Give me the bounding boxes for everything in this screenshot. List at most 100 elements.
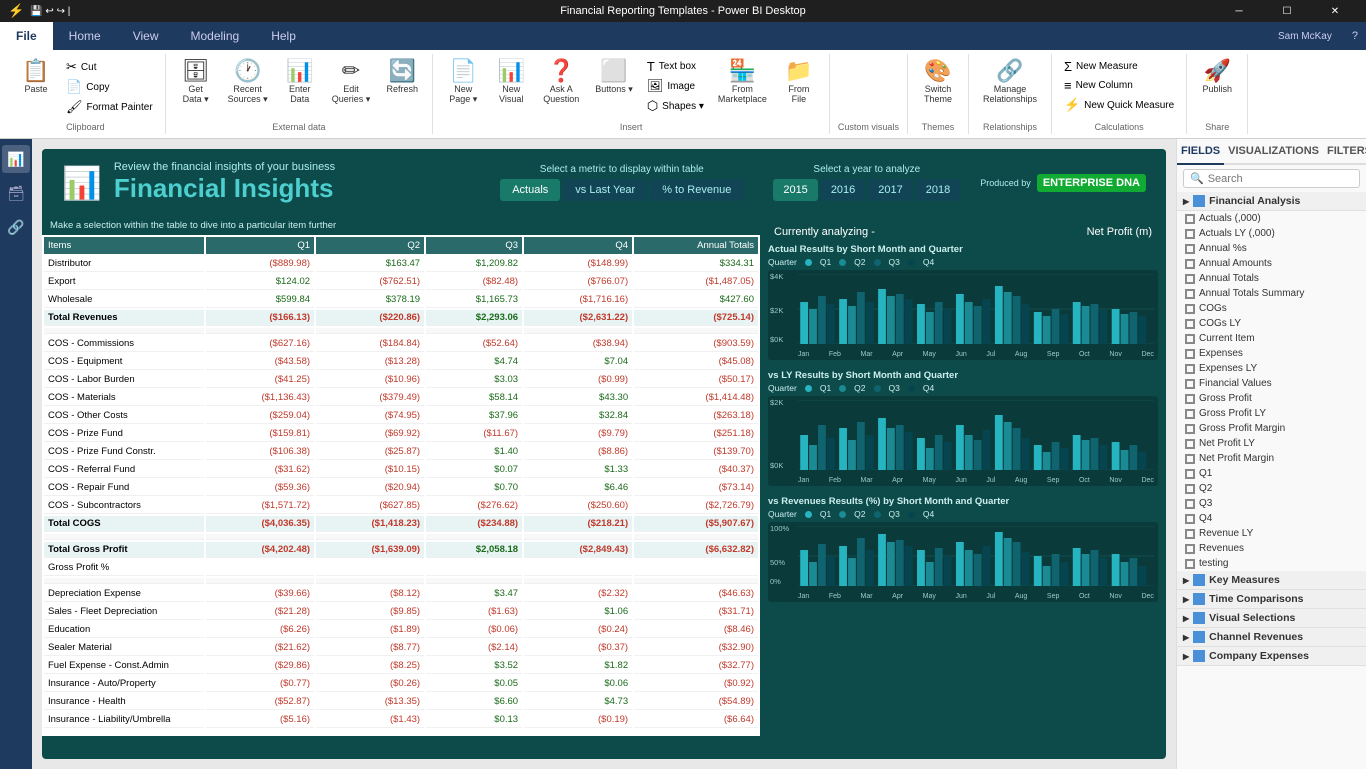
shapes-button[interactable]: ⬡Shapes ▾ [643, 97, 708, 115]
refresh-button[interactable]: 🔄 Refresh [380, 58, 424, 96]
year-2015-button[interactable]: 2015 [773, 179, 817, 201]
edit-queries-button[interactable]: ✏ EditQueries ▾ [326, 58, 377, 107]
new-quick-measure-button[interactable]: ⚡New Quick Measure [1060, 96, 1178, 114]
metric-pct-revenue-button[interactable]: % to Revenue [650, 179, 743, 201]
new-page-button[interactable]: 📄 NewPage ▾ [441, 58, 485, 107]
ask-question-button[interactable]: ❓ Ask AQuestion [537, 58, 585, 106]
help-icon[interactable]: ? [1344, 22, 1366, 50]
year-2018-button[interactable]: 2018 [916, 179, 960, 201]
field-item-expenses[interactable]: Expenses [1177, 346, 1366, 361]
ribbon-tab-modeling[interactable]: Modeling [174, 22, 255, 50]
table-row[interactable]: Distributor($889.98)$163.47$1,209.82($14… [44, 256, 758, 272]
field-item-annual-pct[interactable]: Annual %s [1177, 241, 1366, 256]
table-row[interactable]: Total COGS($4,036.35)($1,418.23)($234.88… [44, 516, 758, 532]
field-section-time-comparisons-header[interactable]: ▶ Time Comparisons [1177, 590, 1366, 609]
table-row[interactable]: COS - Materials($1,136.43)($379.49)$58.1… [44, 390, 758, 406]
table-row[interactable]: Sales - Fleet Depreciation($21.28)($9.85… [44, 604, 758, 620]
field-item-revenue-ly[interactable]: Revenue LY [1177, 526, 1366, 541]
table-row[interactable]: Export$124.02($762.51)($82.48)($766.07)(… [44, 274, 758, 290]
ribbon-tab-file[interactable]: File [0, 22, 53, 50]
image-button[interactable]: 🖼Image [643, 77, 708, 95]
ribbon-tab-home[interactable]: Home [53, 22, 117, 50]
table-row[interactable] [44, 534, 758, 540]
field-item-actuals-ly[interactable]: Actuals LY (,000) [1177, 226, 1366, 241]
field-item-q4[interactable]: Q4 [1177, 511, 1366, 526]
year-2017-button[interactable]: 2017 [868, 179, 912, 201]
table-row[interactable]: Insurance - Liability/Umbrella($5.16)($1… [44, 712, 758, 728]
ribbon-tab-view[interactable]: View [117, 22, 175, 50]
field-section-key-measures-header[interactable]: ▶ Key Measures [1177, 571, 1366, 590]
visualizations-tab[interactable]: VISUALIZATIONS [1224, 139, 1323, 165]
field-item-annual-amounts[interactable]: Annual Amounts [1177, 256, 1366, 271]
new-column-button[interactable]: ≡New Column [1060, 77, 1178, 94]
table-row[interactable]: Gross Profit % [44, 560, 758, 576]
table-row[interactable]: COS - Other Costs($259.04)($74.95)$37.96… [44, 408, 758, 424]
buttons-button[interactable]: ⬜ Buttons ▾ [589, 58, 639, 97]
search-input[interactable] [1208, 173, 1353, 185]
field-item-gross-profit-ly[interactable]: Gross Profit LY [1177, 406, 1366, 421]
metric-actuals-button[interactable]: Actuals [500, 179, 560, 201]
field-item-net-profit-margin[interactable]: Net Profit Margin [1177, 451, 1366, 466]
from-marketplace-button[interactable]: 🏪 FromMarketplace [712, 58, 773, 106]
table-row[interactable]: COS - Equipment($43.58)($13.28)$4.74$7.0… [44, 354, 758, 370]
table-row[interactable]: Insurance - Auto/Property($0.77)($0.26)$… [44, 676, 758, 692]
field-item-annual-totals-summary[interactable]: Annual Totals Summary [1177, 286, 1366, 301]
minimize-button[interactable]: ─ [1216, 0, 1262, 22]
table-scroll-area[interactable]: Items Q1 Q2 Q3 Q4 Annual Totals Distribu… [42, 235, 760, 733]
switch-theme-button[interactable]: 🎨 SwitchTheme [916, 58, 960, 106]
get-data-button[interactable]: 🗄 GetData ▾ [174, 58, 218, 107]
nav-data-icon[interactable]: 🗃 [2, 179, 30, 207]
field-section-financial-analysis-header[interactable]: ▶ Financial Analysis [1177, 192, 1366, 211]
field-item-gross-profit[interactable]: Gross Profit [1177, 391, 1366, 406]
field-section-channel-revenues-header[interactable]: ▶ Channel Revenues [1177, 628, 1366, 647]
paste-button[interactable]: 📋 Paste [14, 58, 58, 96]
table-row[interactable] [44, 578, 758, 584]
field-section-company-expenses-header[interactable]: ▶ Company Expenses [1177, 647, 1366, 666]
window-controls[interactable]: ─ ☐ ✕ [1216, 0, 1358, 22]
table-row[interactable]: COS - Prize Fund($159.81)($69.92)($11.67… [44, 426, 758, 442]
new-measure-button[interactable]: ΣNew Measure [1060, 58, 1178, 75]
year-2016-button[interactable]: 2016 [821, 179, 865, 201]
field-item-net-profit-ly[interactable]: Net Profit LY [1177, 436, 1366, 451]
table-row[interactable]: Insurance - Health($52.87)($13.35)$6.60$… [44, 694, 758, 710]
filters-tab[interactable]: FILTERS [1323, 139, 1366, 165]
table-row[interactable]: COS - Repair Fund($59.36)($20.94)$0.70$6… [44, 480, 758, 496]
new-visual-button[interactable]: 📊 NewVisual [489, 58, 533, 106]
field-item-current-item[interactable]: Current Item [1177, 331, 1366, 346]
table-row[interactable]: Depreciation Expense($39.66)($8.12)$3.47… [44, 586, 758, 602]
maximize-button[interactable]: ☐ [1264, 0, 1310, 22]
field-item-q1[interactable]: Q1 [1177, 466, 1366, 481]
field-item-cogs[interactable]: COGs [1177, 301, 1366, 316]
copy-button[interactable]: 📄Copy [62, 78, 157, 96]
fields-tab[interactable]: FIELDS [1177, 139, 1224, 165]
field-section-visual-selections-header[interactable]: ▶ Visual Selections [1177, 609, 1366, 628]
recent-sources-button[interactable]: 🕐 RecentSources ▾ [222, 58, 274, 107]
field-item-gross-profit-margin[interactable]: Gross Profit Margin [1177, 421, 1366, 436]
table-row[interactable]: COS - Commissions($627.16)($184.84)($52.… [44, 336, 758, 352]
textbox-button[interactable]: TText box [643, 58, 708, 75]
table-row[interactable] [44, 328, 758, 334]
format-painter-button[interactable]: 🖌Format Painter [62, 98, 157, 116]
field-item-revenues[interactable]: Revenues [1177, 541, 1366, 556]
table-row[interactable]: COS - Prize Fund Constr.($106.38)($25.87… [44, 444, 758, 460]
table-row[interactable]: Total Gross Profit($4,202.48)($1,639.09)… [44, 542, 758, 558]
table-row[interactable]: Insurance - Life($1.17)($0.22)$0.26$0.14… [44, 730, 758, 733]
manage-relationships-button[interactable]: 🔗 ManageRelationships [977, 58, 1043, 106]
table-row[interactable]: Sealer Material($21.62)($8.77)($2.14)($0… [44, 640, 758, 656]
field-item-q3[interactable]: Q3 [1177, 496, 1366, 511]
nav-report-icon[interactable]: 📊 [2, 145, 30, 173]
publish-button[interactable]: 🚀 Publish [1195, 58, 1239, 96]
field-item-testing[interactable]: testing [1177, 556, 1366, 571]
cut-button[interactable]: ✂Cut [62, 58, 157, 76]
field-item-q2[interactable]: Q2 [1177, 481, 1366, 496]
from-file-button[interactable]: 📁 FromFile [777, 58, 821, 106]
table-row[interactable]: Fuel Expense - Const.Admin($29.86)($8.25… [44, 658, 758, 674]
field-item-actuals[interactable]: Actuals (,000) [1177, 211, 1366, 226]
table-row[interactable]: COS - Labor Burden($41.25)($10.96)$3.03(… [44, 372, 758, 388]
table-row[interactable]: COS - Subcontractors($1,571.72)($627.85)… [44, 498, 758, 514]
enter-data-button[interactable]: 📊 EnterData [278, 58, 322, 106]
table-row[interactable]: Education($6.26)($1.89)($0.06)($0.24)($8… [44, 622, 758, 638]
close-button[interactable]: ✕ [1312, 0, 1358, 22]
ribbon-tab-help[interactable]: Help [255, 22, 312, 50]
table-row[interactable]: Total Revenues($166.13)($220.86)$2,293.0… [44, 310, 758, 326]
